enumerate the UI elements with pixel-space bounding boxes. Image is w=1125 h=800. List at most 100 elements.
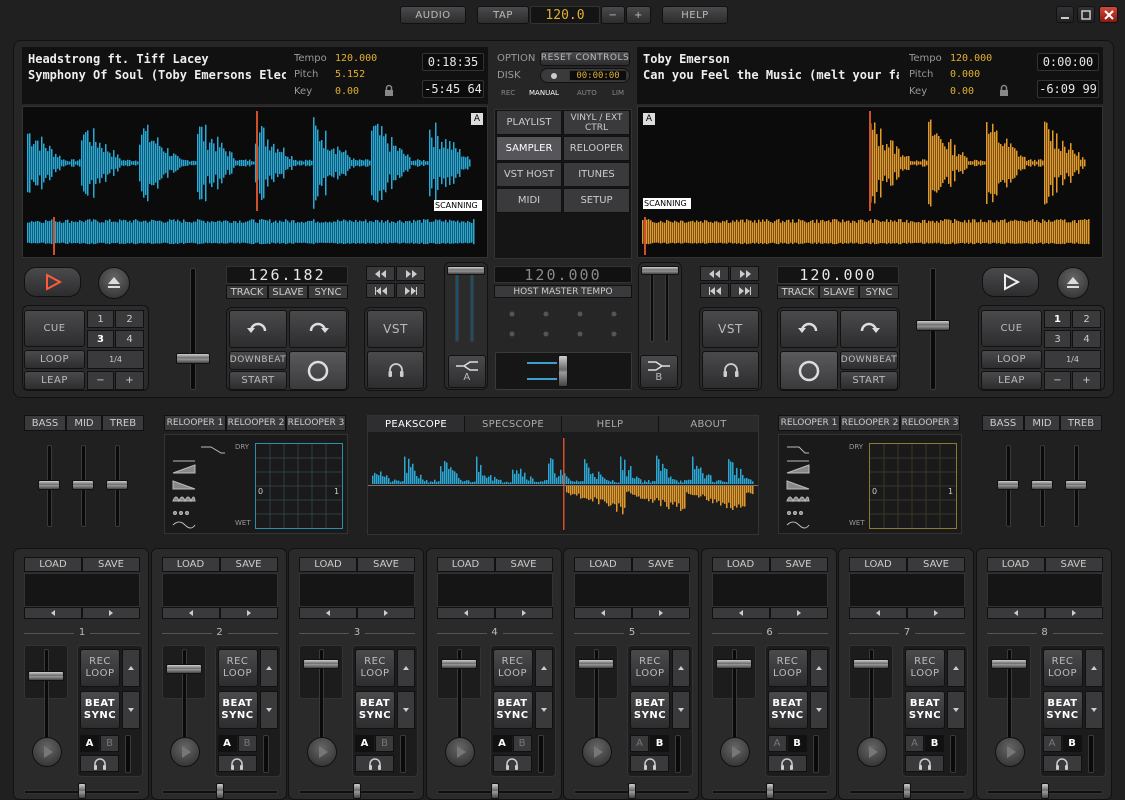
sampler-rec-loop-button[interactable]: REC LOOP xyxy=(905,649,945,687)
sampler-prev-button[interactable] xyxy=(299,607,357,619)
audio-button[interactable]: AUDIO xyxy=(400,6,466,24)
eq-b-mid-fader[interactable] xyxy=(1031,480,1053,490)
channel-b-volume-fader[interactable] xyxy=(641,266,679,275)
vinyl-ext-ctrl-button[interactable]: VINYL / EXT CTRL xyxy=(563,110,630,135)
sampler-button[interactable]: SAMPLER xyxy=(496,136,562,161)
sampler-b-button[interactable]: B xyxy=(237,735,257,752)
tap-button[interactable]: TAP xyxy=(477,6,529,24)
deck-b-slave-button[interactable]: SLAVE xyxy=(819,285,859,299)
deck-b-loop-button[interactable]: LOOP xyxy=(981,350,1042,369)
host-master-tempo-button[interactable]: HOST MASTER TEMPO xyxy=(494,285,632,298)
tempo-plus-button[interactable]: + xyxy=(626,6,651,24)
rec-label[interactable]: REC xyxy=(501,89,515,97)
sampler-b-button[interactable]: B xyxy=(787,735,807,752)
deck-b-nudge-fwd[interactable] xyxy=(730,266,759,281)
sampler-cue-button[interactable] xyxy=(1042,755,1082,772)
sampler-save-button[interactable]: SAVE xyxy=(219,557,278,572)
specscope-tab[interactable]: SPECSCOPE xyxy=(465,416,562,432)
relooper-a-tab-1[interactable]: RELOOPER 1 xyxy=(164,415,226,431)
deck-b-hotcue-1[interactable]: 1 xyxy=(1044,310,1071,328)
sampler-a-button[interactable]: A xyxy=(80,735,99,752)
sampler-play-button[interactable] xyxy=(582,737,612,767)
deck-a-seek-fwd[interactable] xyxy=(396,283,425,298)
deck-a-hotcue-2[interactable]: 2 xyxy=(115,310,144,328)
tempo-minus-button[interactable]: − xyxy=(601,6,625,24)
sampler-b-button[interactable]: B xyxy=(375,735,394,752)
sampler-next-button[interactable] xyxy=(632,607,690,619)
eq-a-mid-fader[interactable] xyxy=(72,480,94,490)
crossfader-assign-b[interactable]: B xyxy=(640,355,678,388)
deck-b-leap-button[interactable]: LEAP xyxy=(981,371,1042,390)
overview-marker[interactable] xyxy=(53,217,55,255)
sampler-rec-loop-button[interactable]: REC LOOP xyxy=(630,649,670,687)
deck-a-headphone-button[interactable] xyxy=(367,351,424,389)
sampler-prev-button[interactable] xyxy=(436,607,495,619)
sampler-rec-loop-button[interactable]: REC LOOP xyxy=(767,649,808,687)
sampler-a-button[interactable]: A xyxy=(217,735,237,752)
sampler-up-button[interactable] xyxy=(672,649,690,687)
sampler-cue-button[interactable] xyxy=(767,755,807,772)
deck-a-nudge-back[interactable] xyxy=(366,266,395,281)
maximize-icon[interactable] xyxy=(1077,6,1095,23)
deck-a-downbeat-button[interactable]: DOWNBEAT xyxy=(229,351,287,370)
eq-a-treb-fader[interactable] xyxy=(106,480,128,490)
deck-b-seek-back[interactable] xyxy=(700,283,729,298)
sampler-cue-button[interactable] xyxy=(80,755,119,772)
sampler-volume-fader[interactable] xyxy=(578,659,614,669)
sampler-up-button[interactable] xyxy=(259,649,278,687)
deck-a-pitch-track[interactable] xyxy=(190,268,196,390)
about-tab[interactable]: ABOUT xyxy=(659,416,758,432)
sampler-play-button[interactable] xyxy=(32,737,62,767)
deck-b-key-lock-icon[interactable] xyxy=(997,84,1011,98)
sampler-beat-sync-button[interactable]: BEAT SYNC xyxy=(630,691,670,729)
sampler-a-button[interactable]: A xyxy=(905,735,924,752)
sampler-volume-fader[interactable] xyxy=(853,659,889,669)
channel-a-volume-fader[interactable] xyxy=(447,266,485,275)
sampler-load-button[interactable]: LOAD xyxy=(436,557,495,572)
deck-a-record-button[interactable] xyxy=(289,351,347,390)
sampler-rec-loop-button[interactable]: REC LOOP xyxy=(355,649,395,687)
eq-a-bass-fader[interactable] xyxy=(38,480,60,490)
disk-recorder[interactable]: 00:00:00 xyxy=(540,68,630,83)
sampler-play-button[interactable] xyxy=(444,737,475,767)
sampler-down-button[interactable] xyxy=(672,691,690,729)
deck-a-nudge-fwd[interactable] xyxy=(396,266,425,281)
itunes-button[interactable]: ITUNES xyxy=(563,162,630,187)
midi-button[interactable]: MIDI xyxy=(496,188,562,213)
playlist-button[interactable]: PLAYLIST xyxy=(496,110,562,135)
sampler-beat-sync-button[interactable]: BEAT SYNC xyxy=(355,691,395,729)
sampler-volume-fader[interactable] xyxy=(28,671,64,681)
deck-a-undo-button[interactable] xyxy=(229,310,287,348)
sampler-cue-button[interactable] xyxy=(355,755,394,772)
eq-b-bass-fader[interactable] xyxy=(997,480,1019,490)
sampler-beat-sync-button[interactable]: BEAT SYNC xyxy=(1042,691,1083,729)
sampler-beat-sync-button[interactable]: BEAT SYNC xyxy=(217,691,258,729)
scope-help-tab[interactable]: HELP xyxy=(562,416,659,432)
playhead-marker[interactable] xyxy=(869,111,871,211)
sampler-save-button[interactable]: SAVE xyxy=(632,557,690,572)
sampler-down-button[interactable] xyxy=(809,691,828,729)
sampler-save-button[interactable]: SAVE xyxy=(907,557,965,572)
crossfader-handle[interactable] xyxy=(558,355,568,387)
sampler-next-button[interactable] xyxy=(219,607,278,619)
deck-b-leap-minus[interactable]: − xyxy=(1044,371,1071,390)
playhead-marker[interactable] xyxy=(256,111,258,211)
deck-b-start-button[interactable]: START xyxy=(840,371,898,390)
relooper-a-tab-2[interactable]: RELOOPER 2 xyxy=(226,415,286,431)
sampler-up-button[interactable] xyxy=(397,649,415,687)
sampler-next-button[interactable] xyxy=(357,607,415,619)
deck-a-seek-back[interactable] xyxy=(366,283,395,298)
relooper-b-xy-pad[interactable]: 0 1 xyxy=(869,443,957,529)
sampler-prev-button[interactable] xyxy=(24,607,82,619)
sampler-volume-track[interactable] xyxy=(44,649,49,745)
sampler-pan-knob[interactable] xyxy=(903,783,911,799)
sampler-cue-button[interactable] xyxy=(217,755,257,772)
sampler-b-button[interactable]: B xyxy=(1062,735,1082,752)
deck-a-cue-button[interactable]: CUE xyxy=(24,310,85,347)
deck-b-seek-fwd[interactable] xyxy=(730,283,759,298)
deck-a-waveform[interactable]: A SCANNING xyxy=(22,106,488,258)
sampler-b-button[interactable]: B xyxy=(512,735,532,752)
sampler-prev-button[interactable] xyxy=(849,607,907,619)
deck-a-sync-button[interactable]: SYNC xyxy=(308,285,348,299)
sampler-up-button[interactable] xyxy=(1084,649,1103,687)
